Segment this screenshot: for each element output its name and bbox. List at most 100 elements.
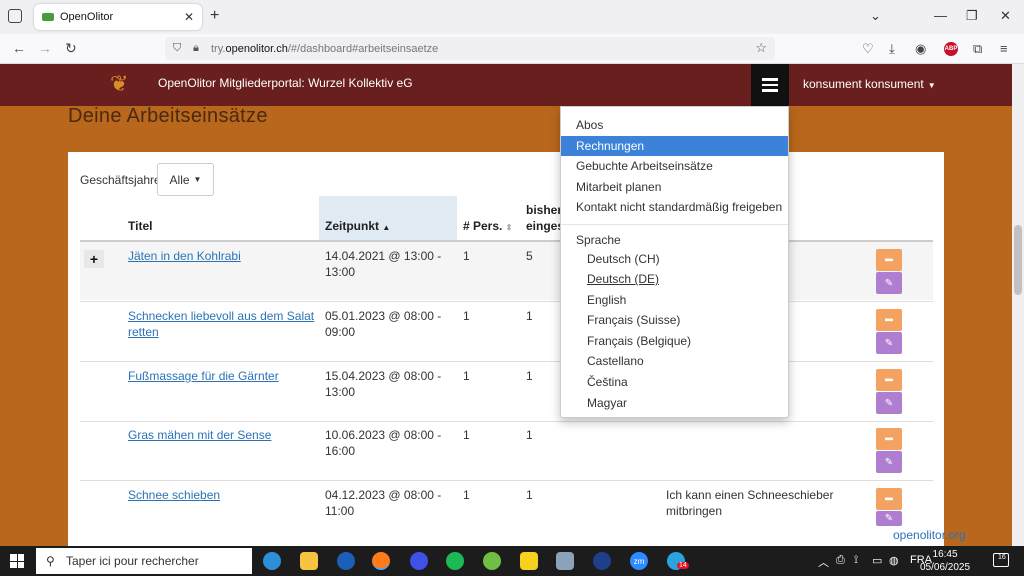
file-explorer-icon[interactable] [300, 552, 318, 570]
taskbar-clock[interactable]: 16:45 05/06/2025 [920, 548, 970, 574]
language-hu[interactable]: Magyar [561, 393, 788, 413]
spotify-icon[interactable] [446, 552, 464, 570]
sort-icon: ⇕ [505, 223, 513, 232]
menu-icon[interactable]: ≡ [1000, 41, 1008, 56]
tab-list-icon[interactable] [8, 9, 22, 23]
page-footer [0, 526, 1012, 546]
row-title-link[interactable]: Fußmassage für die Gärnter [128, 368, 279, 384]
row-time: 15.04.2023 @ 08:00 - [325, 369, 442, 383]
maple-leaf-logo-icon[interactable]: ❦ [110, 72, 134, 96]
minimize-icon[interactable]: — [934, 8, 947, 23]
url-bar[interactable]: ⛉ 🔒︎ try.openolitor.ch/#/dashboard#arbei… [165, 37, 775, 60]
forward-arrow-icon[interactable]: → [38, 40, 52, 56]
remove-button[interactable]: ━ [876, 428, 902, 450]
tracking-shield-icon[interactable]: ⛉ [173, 42, 181, 55]
row-time-end: 13:00 [325, 265, 356, 279]
back-arrow-icon[interactable]: ← [12, 40, 26, 56]
battery-icon[interactable]: ▭ [872, 554, 882, 567]
edit-icon[interactable]: ✎ [876, 511, 902, 526]
row-divider [80, 480, 933, 481]
remove-button[interactable]: ━ [876, 369, 902, 391]
user-menu-toggle[interactable]: konsument konsument ▼ [803, 77, 936, 91]
row-title-link[interactable]: Schnecken liebevoll aus dem Salat [128, 308, 314, 324]
taskbar-search-box[interactable]: ⚲ Taper ici pour rechercher [36, 548, 252, 574]
row-time: 14.04.2021 @ 13:00 - [325, 249, 442, 263]
language-fr-ch[interactable]: Français (Suisse) [561, 310, 788, 330]
brand-title[interactable]: OpenOlitor Mitgliederportal: Wurzel Koll… [158, 76, 413, 90]
firefox-icon[interactable] [372, 552, 390, 570]
hamburger-menu-button[interactable] [751, 64, 789, 106]
row-title-link-line2[interactable]: retten [128, 324, 159, 340]
edit-icon[interactable]: ✎ [876, 451, 902, 473]
column-header-zeitpunkt[interactable]: Zeitpunkt ▲ [325, 219, 390, 233]
signal-icon[interactable] [410, 552, 428, 570]
app-icon[interactable] [337, 552, 355, 570]
tray-app-icon[interactable]: ⎙ [836, 554, 845, 567]
expand-row-plus-icon[interactable]: + [84, 250, 104, 268]
close-tab-icon[interactable]: ✕ [184, 10, 194, 24]
language-de-ch[interactable]: Deutsch (CH) [561, 249, 788, 269]
fiscal-year-dropdown[interactable]: Alle ▼ [157, 163, 214, 196]
fiscal-year-label: Geschäftsjahre [80, 173, 161, 187]
scrollbar-track[interactable] [1012, 64, 1024, 546]
bluetooth-icon[interactable]: ⟟ [854, 554, 858, 567]
remove-button[interactable]: ━ [876, 249, 902, 271]
row-title-link[interactable]: Schnee schieben [128, 487, 220, 503]
edge-icon[interactable] [263, 552, 281, 570]
language-de-de[interactable]: Deutsch (DE) [561, 269, 788, 289]
remove-button[interactable]: ━ [876, 488, 902, 510]
zoom-icon[interactable]: zm [630, 552, 648, 570]
show-hidden-icons-chevron-icon[interactable]: ︿ [818, 554, 829, 570]
lock-icon[interactable]: 🔒︎ [193, 42, 199, 55]
adblock-plus-icon[interactable]: ABP [944, 42, 958, 56]
reload-icon[interactable]: ↻ [65, 40, 77, 57]
app-icon-green[interactable] [483, 552, 501, 570]
column-header-bisher[interactable]: bisher [526, 203, 562, 217]
clock-app-icon[interactable] [593, 552, 611, 570]
row-time-end: 13:00 [325, 385, 356, 399]
pocket-icon[interactable]: ♡ [862, 41, 874, 57]
notification-center-icon[interactable]: 16 [993, 553, 1009, 567]
edit-icon[interactable]: ✎ [876, 392, 902, 414]
row-time-end: 09:00 [325, 325, 356, 339]
restore-icon[interactable]: ❐ [966, 8, 978, 24]
remove-button[interactable]: ━ [876, 309, 902, 331]
openolitor-org-link[interactable]: openolitor.org [893, 528, 966, 542]
menu-item-abos[interactable]: Abos [561, 115, 788, 135]
scrollbar-thumb[interactable] [1014, 225, 1022, 295]
language-cs[interactable]: Čeština [561, 372, 788, 392]
language-fr-be[interactable]: Français (Belgique) [561, 331, 788, 351]
text-editor-icon[interactable] [556, 552, 574, 570]
menu-item-mitarbeit-planen[interactable]: Mitarbeit planen [561, 177, 788, 197]
row-time: 10.06.2023 @ 08:00 - [325, 428, 442, 442]
bookmark-star-icon[interactable]: ☆ [755, 40, 767, 56]
row-title-link[interactable]: Jäten in den Kohlrabi [128, 248, 241, 264]
row-pers: 1 [463, 428, 470, 442]
row-title-link[interactable]: Gras mähen mit der Sense [128, 427, 271, 443]
language-en[interactable]: English [561, 290, 788, 310]
edit-icon[interactable]: ✎ [876, 272, 902, 294]
row-time-end: 11:00 [325, 504, 355, 518]
close-window-icon[interactable]: ✕ [1000, 8, 1011, 24]
row-bisher: 1 [526, 369, 533, 383]
download-icon[interactable]: ⤓ [889, 41, 895, 57]
new-tab-button[interactable]: + [210, 7, 219, 25]
menu-item-rechnungen[interactable]: Rechnungen [561, 136, 788, 156]
edit-icon[interactable]: ✎ [876, 332, 902, 354]
column-header-titel[interactable]: Titel [128, 219, 152, 233]
account-icon[interactable]: ◉ [915, 41, 926, 57]
menu-item-gebuchte-arbeitseinsaetze[interactable]: Gebuchte Arbeitseinsätze [561, 156, 788, 176]
row-time: 04.12.2023 @ 08:00 - [325, 488, 442, 502]
extensions-icon[interactable]: ⧉ [973, 41, 982, 57]
browser-tab[interactable]: OpenOlitor ✕ [34, 4, 202, 30]
menu-item-kontakt-freigeben[interactable]: Kontakt nicht standardmäßig freigeben [561, 197, 788, 217]
menu-divider [561, 224, 788, 225]
windows-start-icon[interactable] [10, 554, 24, 568]
language-es[interactable]: Castellano [561, 351, 788, 371]
tab-overflow-chevron-icon[interactable]: ⌄ [870, 8, 881, 24]
url-text: try.openolitor.ch/#/dashboard#arbeitsein… [211, 42, 439, 55]
sticky-notes-icon[interactable] [520, 552, 538, 570]
network-icon[interactable]: ◍ [889, 554, 899, 567]
telegram-icon[interactable]: 14 [667, 552, 689, 570]
column-header-pers[interactable]: # Pers. ⇕ [463, 219, 512, 233]
